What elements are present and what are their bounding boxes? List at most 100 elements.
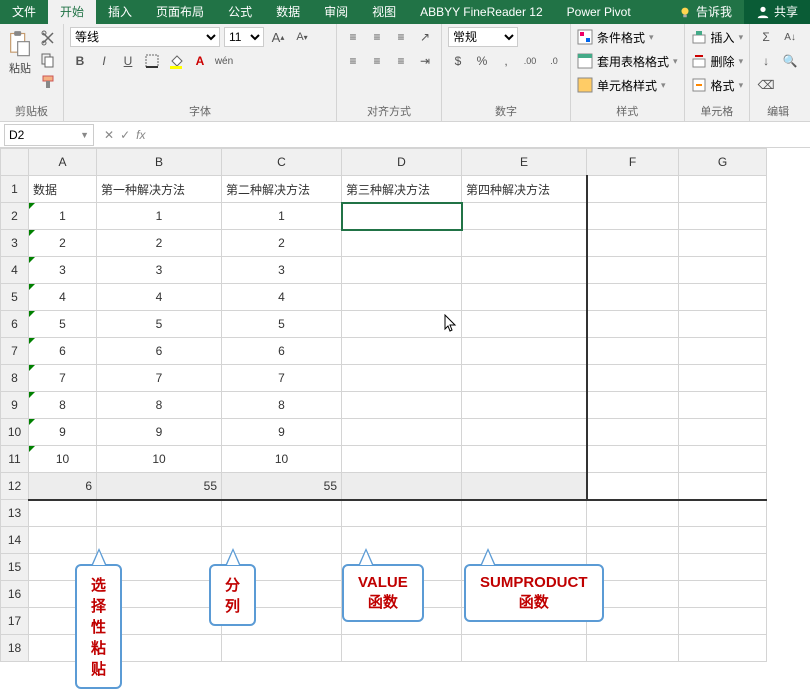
row-header-17[interactable]: 17 xyxy=(1,608,29,635)
tab-4[interactable]: 公式 xyxy=(216,0,264,24)
cell-C1[interactable]: 第二种解决方法 xyxy=(222,176,342,203)
fill-color-button[interactable] xyxy=(166,51,186,71)
cell-E10[interactable] xyxy=(462,419,587,446)
share-button[interactable]: 共享 xyxy=(744,0,810,24)
row-header-18[interactable]: 18 xyxy=(1,635,29,662)
cell-C7[interactable]: 6 xyxy=(222,338,342,365)
tab-5[interactable]: 数据 xyxy=(264,0,312,24)
cell-G10[interactable] xyxy=(679,419,767,446)
cell-D8[interactable] xyxy=(342,365,462,392)
cell-D6[interactable] xyxy=(342,311,462,338)
col-header-C[interactable]: C xyxy=(222,149,342,176)
comma-button[interactable]: , xyxy=(496,51,516,71)
fill-button[interactable]: ↓ xyxy=(756,51,776,71)
cell-B2[interactable]: 1 xyxy=(97,203,222,230)
phonetic-button[interactable]: wén xyxy=(214,51,234,71)
percent-button[interactable]: % xyxy=(472,51,492,71)
cell-C11[interactable]: 10 xyxy=(222,446,342,473)
row-header-3[interactable]: 3 xyxy=(1,230,29,257)
font-size-select[interactable]: 11 xyxy=(224,27,264,47)
bold-button[interactable]: B xyxy=(70,51,90,71)
name-box[interactable]: D2 ▼ xyxy=(4,124,94,146)
cell-E11[interactable] xyxy=(462,446,587,473)
insert-cells-button[interactable]: 插入▾ xyxy=(691,26,744,48)
cancel-formula-button[interactable]: ✕ xyxy=(104,128,114,142)
clear-button[interactable]: ⌫ xyxy=(756,75,776,95)
row-header-9[interactable]: 9 xyxy=(1,392,29,419)
tab-8[interactable]: ABBYY FineReader 12 xyxy=(408,0,555,24)
cell-B4[interactable]: 3 xyxy=(97,257,222,284)
cell-G9[interactable] xyxy=(679,392,767,419)
row-header-5[interactable]: 5 xyxy=(1,284,29,311)
currency-button[interactable]: $ xyxy=(448,51,468,71)
align-left-button[interactable]: ≡ xyxy=(343,51,363,71)
formula-input[interactable] xyxy=(151,124,810,146)
cell-A10[interactable]: 9 xyxy=(29,419,97,446)
increase-decimal-button[interactable]: .00 xyxy=(520,51,540,71)
cell-A6[interactable]: 5 xyxy=(29,311,97,338)
cell-A8[interactable]: 7 xyxy=(29,365,97,392)
cell-B1[interactable]: 第一种解决方法 xyxy=(97,176,222,203)
tab-3[interactable]: 页面布局 xyxy=(144,0,216,24)
cell-B13[interactable] xyxy=(97,500,222,527)
font-name-select[interactable]: 等线 xyxy=(70,27,220,47)
cell-G2[interactable] xyxy=(679,203,767,230)
col-header-B[interactable]: B xyxy=(97,149,222,176)
col-header-G[interactable]: G xyxy=(679,149,767,176)
cell-G16[interactable] xyxy=(679,581,767,608)
row-header-16[interactable]: 16 xyxy=(1,581,29,608)
cell-C6[interactable]: 5 xyxy=(222,311,342,338)
cell-B7[interactable]: 6 xyxy=(97,338,222,365)
cell-B11[interactable]: 10 xyxy=(97,446,222,473)
cell-D9[interactable] xyxy=(342,392,462,419)
cell-D2[interactable] xyxy=(342,203,462,230)
cell-C8[interactable]: 7 xyxy=(222,365,342,392)
cell-F18[interactable] xyxy=(587,635,679,662)
cell-B5[interactable]: 4 xyxy=(97,284,222,311)
cell-G11[interactable] xyxy=(679,446,767,473)
cell-G5[interactable] xyxy=(679,284,767,311)
cell-G13[interactable] xyxy=(679,500,767,527)
col-header-A[interactable]: A xyxy=(29,149,97,176)
cell-C13[interactable] xyxy=(222,500,342,527)
cell-D1[interactable]: 第三种解决方法 xyxy=(342,176,462,203)
cell-A11[interactable]: 10 xyxy=(29,446,97,473)
format-cells-button[interactable]: 格式▾ xyxy=(691,74,744,96)
cell-B12[interactable]: 55 xyxy=(97,473,222,500)
row-header-1[interactable]: 1 xyxy=(1,176,29,203)
cell-E3[interactable] xyxy=(462,230,587,257)
cell-D4[interactable] xyxy=(342,257,462,284)
cell-E8[interactable] xyxy=(462,365,587,392)
cell-D5[interactable] xyxy=(342,284,462,311)
enter-formula-button[interactable]: ✓ xyxy=(120,128,130,142)
cell-A2[interactable]: 1 xyxy=(29,203,97,230)
find-button[interactable]: 🔍 xyxy=(780,51,800,71)
cell-E18[interactable] xyxy=(462,635,587,662)
cell-B9[interactable]: 8 xyxy=(97,392,222,419)
cell-C10[interactable]: 9 xyxy=(222,419,342,446)
cell-F4[interactable] xyxy=(587,257,679,284)
align-top-button[interactable]: ≡ xyxy=(343,27,363,47)
cell-C12[interactable]: 55 xyxy=(222,473,342,500)
cell-D12[interactable] xyxy=(342,473,462,500)
cell-B3[interactable]: 2 xyxy=(97,230,222,257)
row-header-6[interactable]: 6 xyxy=(1,311,29,338)
underline-button[interactable]: U xyxy=(118,51,138,71)
cell-F12[interactable] xyxy=(587,473,679,500)
tab-1[interactable]: 开始 xyxy=(48,0,96,24)
cell-E9[interactable] xyxy=(462,392,587,419)
cell-G6[interactable] xyxy=(679,311,767,338)
font-color-button[interactable]: A xyxy=(190,51,210,71)
row-header-13[interactable]: 13 xyxy=(1,500,29,527)
cell-E7[interactable] xyxy=(462,338,587,365)
cell-F8[interactable] xyxy=(587,365,679,392)
cell-C3[interactable]: 2 xyxy=(222,230,342,257)
tab-9[interactable]: Power Pivot xyxy=(555,0,643,24)
autosum-button[interactable]: Σ xyxy=(756,27,776,47)
cell-G8[interactable] xyxy=(679,365,767,392)
cell-style-button[interactable]: 单元格样式▾ xyxy=(577,74,678,96)
number-format-select[interactable]: 常规 xyxy=(448,27,518,47)
cell-A3[interactable]: 2 xyxy=(29,230,97,257)
row-header-15[interactable]: 15 xyxy=(1,554,29,581)
tab-2[interactable]: 插入 xyxy=(96,0,144,24)
